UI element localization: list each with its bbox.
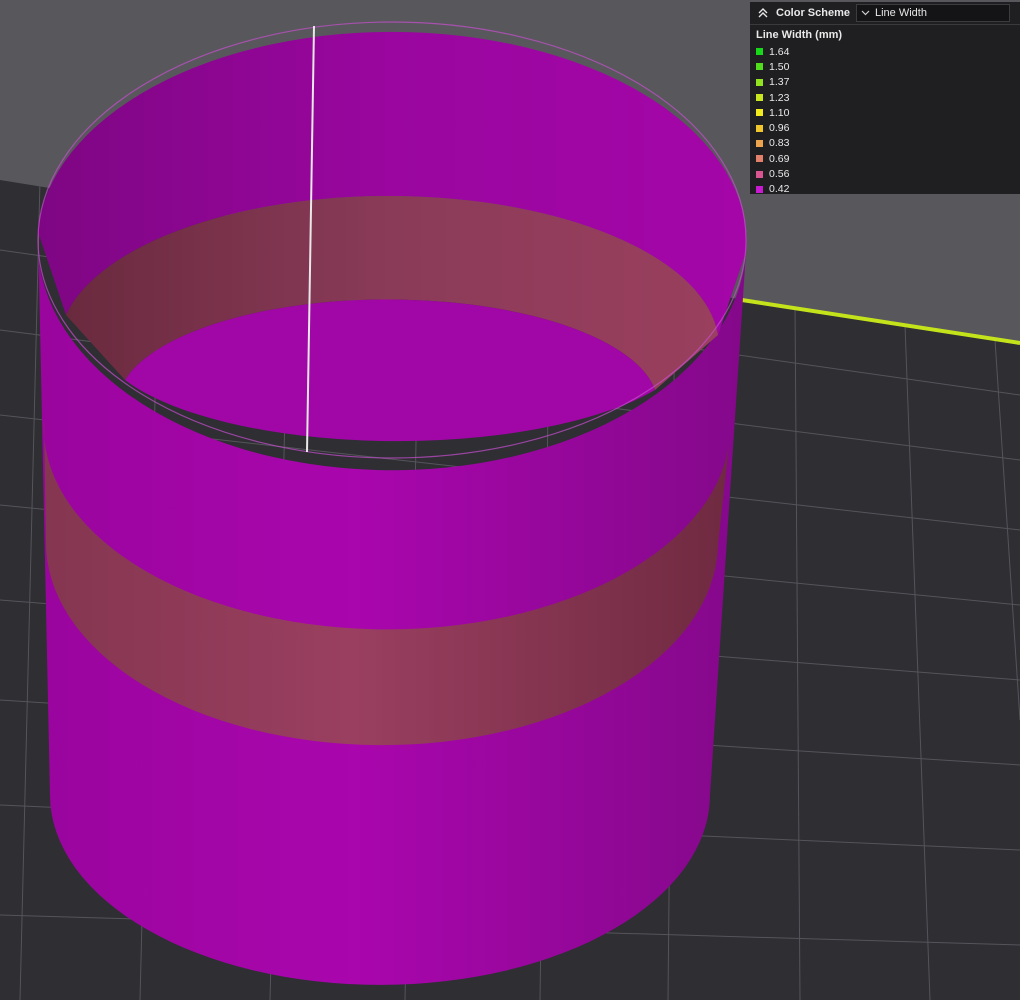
legend-title: Line Width (mm) bbox=[756, 29, 843, 41]
legend-swatch bbox=[756, 139, 763, 147]
legend-value: 1.37 bbox=[769, 76, 790, 89]
legend-item: 1.10 bbox=[756, 105, 1014, 120]
legend-swatch bbox=[756, 94, 763, 102]
legend-list: 1.64 1.50 1.37 1.23 1.10 0.96 0.83 0.69 0.56 0.42 bbox=[750, 44, 1020, 197]
legend-item: 0.96 bbox=[756, 120, 1014, 135]
legend-swatch bbox=[756, 78, 763, 86]
color-scheme-label: Color Scheme bbox=[776, 7, 850, 19]
legend-item: 0.69 bbox=[756, 151, 1014, 166]
legend-item: 0.56 bbox=[756, 166, 1014, 181]
legend-item: 1.23 bbox=[756, 90, 1014, 105]
legend-swatch bbox=[756, 63, 763, 71]
legend-item: 1.50 bbox=[756, 59, 1014, 74]
legend-swatch bbox=[756, 185, 763, 193]
legend-item: 0.42 bbox=[756, 182, 1014, 197]
legend-value: 0.83 bbox=[769, 137, 790, 150]
legend-value: 0.69 bbox=[769, 152, 790, 165]
legend-swatch bbox=[756, 155, 763, 163]
color-scheme-dropdown[interactable]: Line Width bbox=[855, 4, 1010, 22]
legend-value: 0.96 bbox=[769, 122, 790, 135]
legend-item: 1.64 bbox=[756, 44, 1014, 59]
legend-item: 0.83 bbox=[756, 136, 1014, 151]
chevron-up-double-icon[interactable] bbox=[756, 6, 770, 20]
color-scheme-value: Line Width bbox=[874, 7, 927, 19]
legend-value: 1.64 bbox=[769, 45, 790, 58]
legend-swatch bbox=[756, 124, 763, 132]
legend-swatch bbox=[756, 109, 763, 117]
legend-value: 0.42 bbox=[769, 183, 790, 196]
legend-swatch bbox=[756, 48, 763, 56]
legend-swatch bbox=[756, 170, 763, 178]
legend-item: 1.37 bbox=[756, 75, 1014, 90]
legend-value: 1.10 bbox=[769, 106, 790, 119]
legend-value: 1.23 bbox=[769, 91, 790, 104]
legend-header: Color Scheme Line Width bbox=[750, 2, 1020, 25]
legend-panel: Color Scheme Line Width Line Width (mm) … bbox=[750, 2, 1020, 197]
legend-value: 1.50 bbox=[769, 60, 790, 73]
chevron-down-icon bbox=[861, 10, 870, 16]
legend-value: 0.56 bbox=[769, 168, 790, 181]
